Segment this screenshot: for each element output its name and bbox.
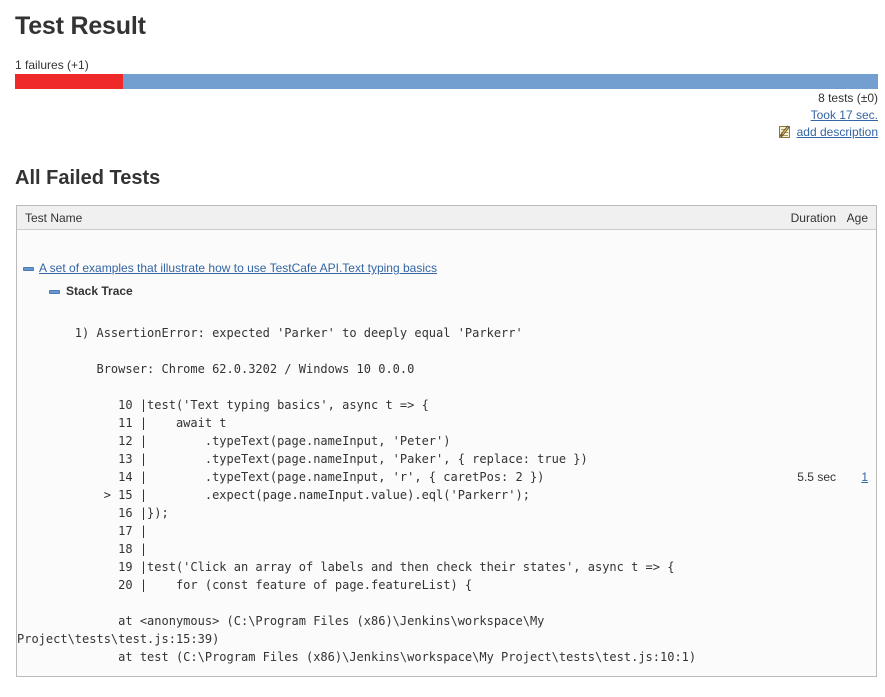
stack-trace-toggle-row[interactable]: Stack Trace (17, 284, 133, 298)
collapse-minus-icon[interactable] (23, 263, 34, 274)
add-description-row[interactable]: add description (779, 124, 878, 141)
test-metrics: 5.5 sec 1 (774, 470, 876, 484)
failed-test-link[interactable]: A set of examples that illustrate how to… (39, 261, 437, 275)
collapse-minus-icon[interactable] (49, 286, 60, 297)
progress-bar-failed-segment (15, 74, 123, 89)
summary-panel: 8 tests (±0) Took 17 sec. add descriptio… (779, 90, 878, 141)
notepad-pencil-icon (779, 125, 793, 139)
table-row: A set of examples that illustrate how to… (17, 259, 876, 277)
test-age-link[interactable]: 1 (861, 470, 868, 484)
page-title: Test Result (15, 12, 146, 41)
table-body: A set of examples that illustrate how to… (17, 230, 876, 676)
table-header-row: Test Name Duration Age (17, 206, 876, 230)
column-header-test-name[interactable]: Test Name (17, 211, 774, 225)
failed-tests-table: Test Name Duration Age A set of examples… (16, 205, 877, 677)
test-result-page: Test Result 1 failures (+1) 8 tests (±0)… (0, 0, 885, 697)
column-header-age[interactable]: Age (836, 211, 876, 225)
column-header-duration[interactable]: Duration (774, 211, 836, 225)
took-duration-link[interactable]: Took 17 sec. (779, 107, 878, 124)
failure-count-label: 1 failures (+1) (15, 58, 89, 72)
section-title-all-failed-tests: All Failed Tests (15, 167, 160, 190)
progress-bar-passed-segment (123, 74, 878, 89)
add-description-link[interactable]: add description (797, 125, 878, 139)
stack-trace-label: Stack Trace (66, 284, 133, 298)
test-result-progress-bar (15, 74, 878, 89)
stack-trace-content: 1) AssertionError: expected 'Parker' to … (17, 306, 876, 666)
test-duration-value: 5.5 sec (774, 470, 836, 484)
tests-count-label: 8 tests (±0) (779, 90, 878, 107)
test-name-cell: A set of examples that illustrate how to… (17, 261, 876, 275)
took-duration-link-anchor[interactable]: Took 17 sec. (811, 108, 878, 122)
test-age-value[interactable]: 1 (836, 470, 876, 484)
